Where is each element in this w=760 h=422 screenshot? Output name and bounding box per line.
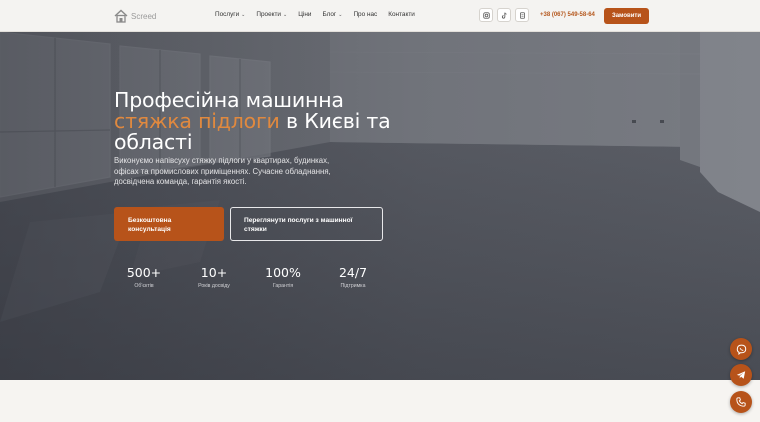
nav-item-services[interactable]: Послуги ⌄ — [215, 11, 245, 18]
nav-label: Про нас — [353, 11, 378, 18]
nav-item-contacts[interactable]: Контакти — [388, 11, 415, 18]
view-services-button[interactable]: Переглянути послуги з машинної стяжки — [230, 207, 383, 241]
phone-icon — [736, 397, 746, 407]
viber-icon — [736, 344, 746, 355]
instagram-icon[interactable] — [479, 8, 493, 22]
nav-item-about[interactable]: Про нас — [353, 11, 377, 18]
header-phone-link[interactable]: +38 (067) 549-58-64 — [540, 12, 595, 18]
phone-fab-button[interactable] — [730, 391, 752, 413]
nav-item-projects[interactable]: Проекти ⌄ — [256, 11, 287, 18]
stat-label: Об'єктів — [134, 283, 154, 289]
hero-description: Виконуємо напівсуху стяжку підлоги у ква… — [114, 156, 331, 187]
stat-label: Підтримка — [340, 283, 366, 289]
stat-value: 500+ — [126, 265, 162, 280]
chevron-down-icon: ⌄ — [338, 11, 343, 18]
stat-objects: 500+ Об'єктів — [114, 265, 174, 290]
social-links — [479, 8, 529, 22]
tiktok-icon[interactable] — [497, 8, 511, 22]
telegram-icon — [736, 371, 746, 379]
viber-icon[interactable] — [515, 8, 529, 22]
nav-label: Послуги — [215, 11, 240, 18]
nav-label: Проекти — [256, 11, 281, 18]
site-header: Screed Послуги ⌄ Проекти ⌄ Ціни Блог ⌄ П… — [0, 0, 760, 32]
nav-label: Контакти — [388, 11, 415, 18]
stat-experience: 10+ Років досвіду — [184, 265, 244, 290]
stat-label: Гарантія — [272, 283, 294, 289]
logo-text: Screed — [131, 11, 157, 21]
chevron-down-icon: ⌄ — [283, 11, 288, 18]
stat-value: 24/7 — [338, 265, 368, 280]
next-section — [0, 380, 760, 422]
stat-guarantee: 100% Гарантія — [253, 265, 313, 290]
free-consultation-button[interactable]: Безкоштовна консультація — [114, 207, 224, 241]
logo[interactable]: Screed — [114, 8, 156, 24]
nav-label: Ціни — [298, 11, 312, 18]
viber-fab-button[interactable] — [730, 338, 752, 360]
hero-title: Професійна машинна стяжка підлоги в Києв… — [114, 90, 404, 153]
hero-overlay — [0, 32, 760, 380]
stat-label: Років досвіду — [198, 283, 230, 289]
hero-section: Професійна машинна стяжка підлоги в Києв… — [0, 32, 760, 380]
telegram-fab-button[interactable] — [730, 364, 752, 386]
nav-item-prices[interactable]: Ціни — [298, 11, 311, 18]
stat-value: 10+ — [200, 265, 228, 280]
order-button[interactable]: Замовити — [604, 8, 649, 24]
house-icon — [114, 9, 128, 23]
chevron-down-icon: ⌄ — [241, 11, 246, 18]
stat-support: 24/7 Підтримка — [323, 265, 383, 290]
nav-label: Блог — [322, 11, 337, 18]
main-nav: Послуги ⌄ Проекти ⌄ Ціни Блог ⌄ Про нас … — [215, 11, 415, 18]
stat-value: 100% — [265, 265, 301, 280]
nav-item-blog[interactable]: Блог ⌄ — [322, 11, 342, 18]
